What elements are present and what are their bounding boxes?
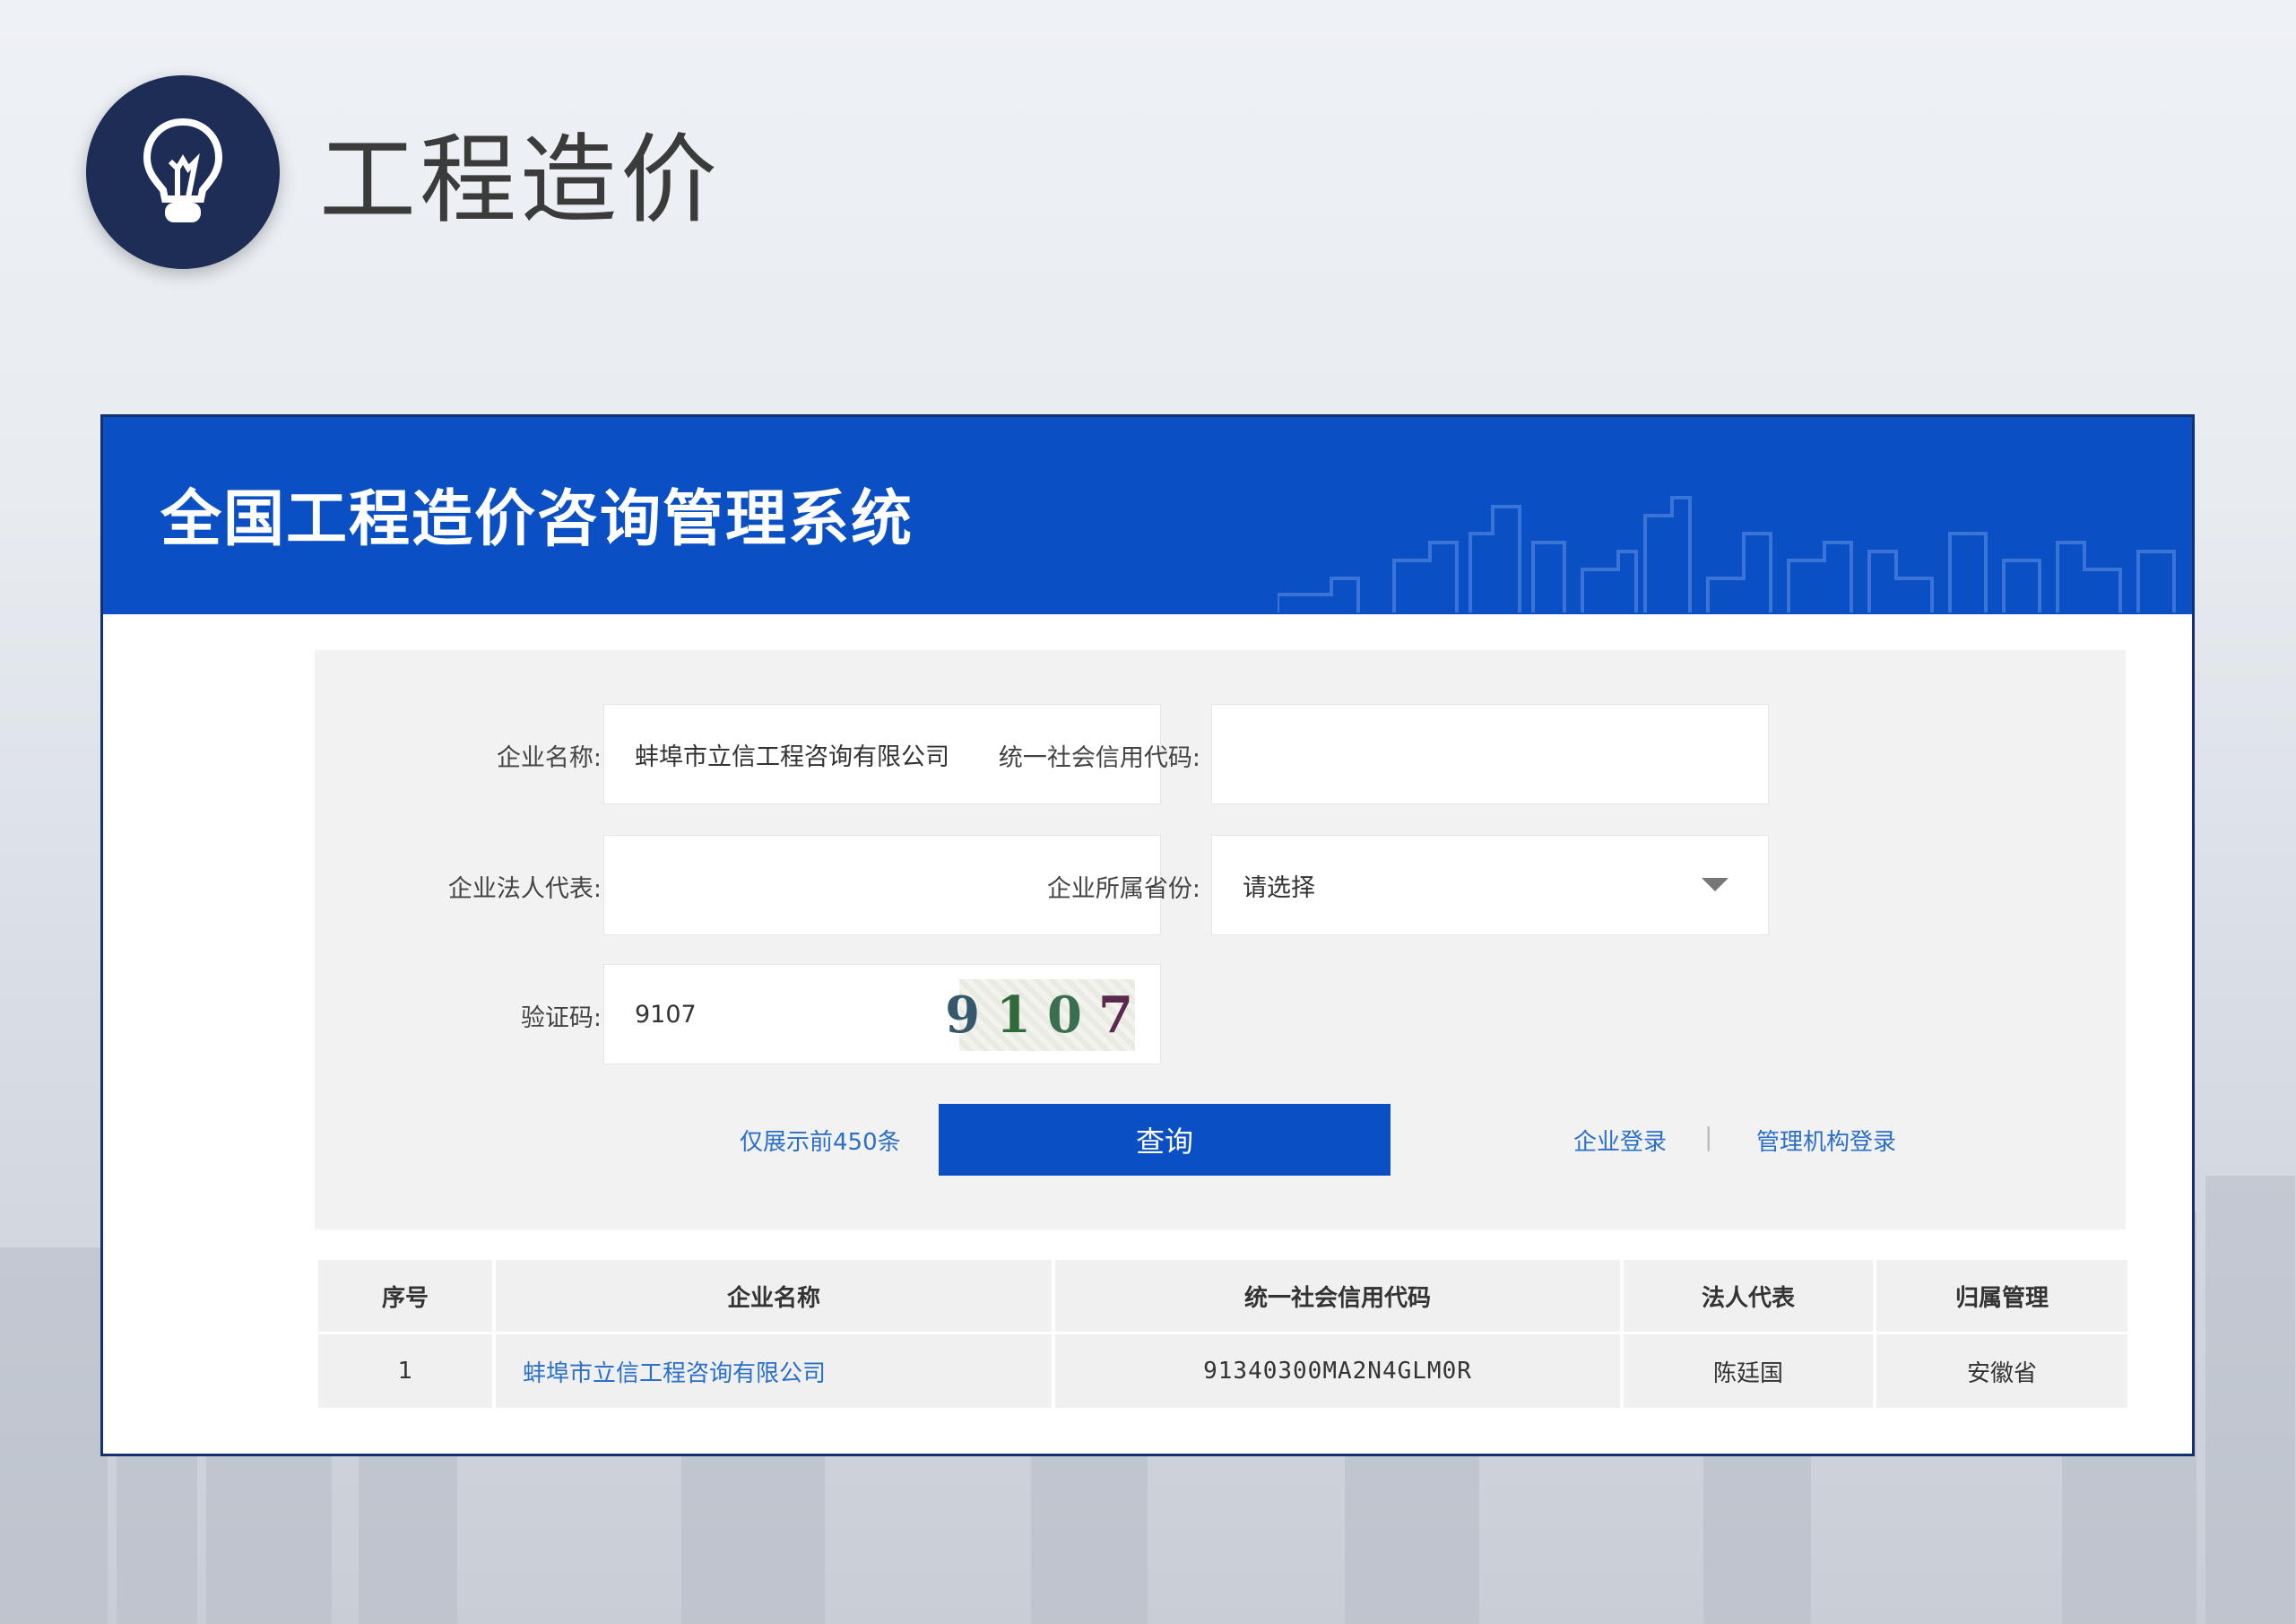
col-header-company: 企业名称 [496, 1260, 1052, 1332]
captcha-value: 9107 [635, 1000, 697, 1029]
company-login-link[interactable]: 企业登录 [1573, 1124, 1667, 1157]
skyline-decoration [1278, 496, 2176, 612]
captcha-char: 9 [945, 986, 997, 1045]
province-select[interactable]: 请选择 [1211, 835, 1769, 935]
cell-jurisdiction: 安徽省 [1876, 1332, 2127, 1408]
captcha-char: 7 [1097, 986, 1149, 1045]
cell-index: 1 [318, 1332, 492, 1408]
chevron-down-icon [1702, 878, 1728, 891]
company-name-label: 企业名称: [496, 744, 602, 772]
col-header-legal-rep: 法人代表 [1624, 1260, 1873, 1332]
link-separator: | [1704, 1122, 1713, 1151]
credit-code-input[interactable] [1211, 704, 1769, 804]
col-header-index: 序号 [318, 1260, 492, 1332]
limit-note-link[interactable]: 仅展示前450条 [740, 1124, 901, 1157]
table-row: 1 蚌埠市立信工程咨询有限公司 91340300MA2N4GLM0R 陈廷国 安… [318, 1332, 2127, 1408]
results-table: 序号 企业名称 统一社会信用代码 法人代表 归属管理 1 蚌埠市立信工程咨询有限… [315, 1260, 2131, 1408]
captcha-image[interactable]: 9 1 0 7 [945, 979, 1135, 1051]
app-window: 全国工程造价咨询管理系统 企业名称: 蚌埠市立信工程咨询有限公司 统一社会信用代… [100, 414, 2195, 1456]
admin-login-link[interactable]: 管理机构登录 [1756, 1124, 1896, 1157]
province-label: 企业所属省份: [1046, 875, 1200, 903]
search-panel: 企业名称: 蚌埠市立信工程咨询有限公司 统一社会信用代码: 企业法人代表: 企业… [315, 650, 2126, 1229]
slide-header: 工程造价 [86, 75, 721, 269]
cell-credit-code: 91340300MA2N4GLM0R [1055, 1332, 1620, 1408]
cell-company-link[interactable]: 蚌埠市立信工程咨询有限公司 [496, 1332, 1052, 1408]
query-button[interactable]: 查询 [939, 1104, 1391, 1176]
captcha-char: 0 [1047, 986, 1098, 1045]
app-banner: 全国工程造价咨询管理系统 [103, 417, 2192, 614]
captcha-input[interactable]: 9107 9 1 0 7 [603, 964, 1161, 1064]
app-title: 全国工程造价咨询管理系统 [160, 484, 914, 555]
legal-rep-label: 企业法人代表: [447, 875, 602, 903]
col-header-credit-code: 统一社会信用代码 [1055, 1260, 1620, 1332]
slide-title: 工程造价 [319, 125, 722, 237]
captcha-char: 1 [996, 986, 1047, 1045]
province-value: 请选择 [1243, 873, 1315, 902]
credit-code-label: 统一社会信用代码: [998, 744, 1200, 772]
col-header-jurisdiction: 归属管理 [1876, 1260, 2127, 1332]
table-header-row: 序号 企业名称 统一社会信用代码 法人代表 归属管理 [318, 1260, 2127, 1332]
company-name-value: 蚌埠市立信工程咨询有限公司 [635, 743, 949, 771]
lightbulb-icon [86, 75, 280, 269]
cell-legal-rep: 陈廷国 [1624, 1332, 1873, 1408]
captcha-label: 验证码: [520, 1004, 602, 1032]
